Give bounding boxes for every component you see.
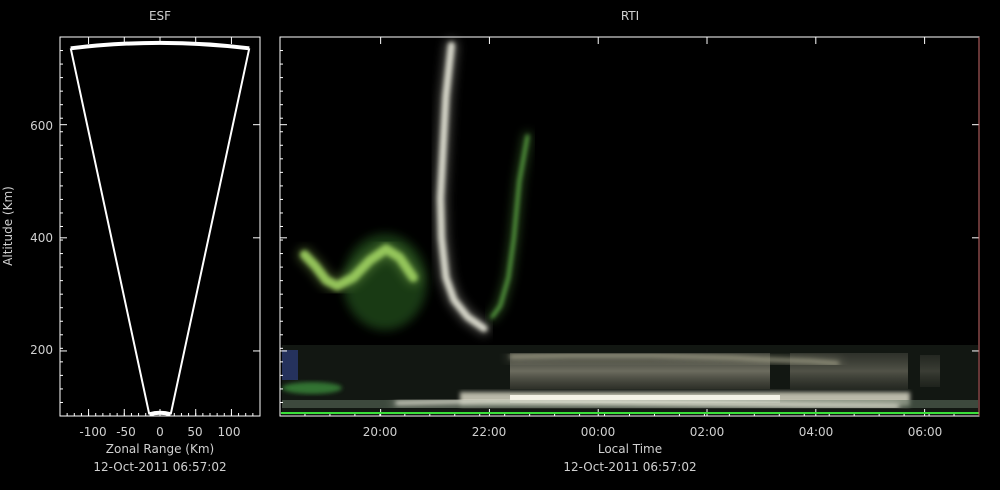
esf-y-tick-label: 600 — [30, 119, 53, 133]
rti-lower-layer-c — [920, 355, 940, 387]
esf-y-axis-label: Altitude (Km) — [1, 186, 15, 266]
esf-y-tick-label: 400 — [30, 231, 53, 245]
esf-fan-bottom-arc — [148, 410, 172, 417]
esf-x-tick-label: -100 — [79, 425, 106, 439]
esf-x-axis-label: Zonal Range (Km) — [106, 442, 214, 456]
rti-title: RTI — [621, 9, 639, 23]
rti-x-tick-label: 00:00 — [581, 425, 616, 439]
esf-timestamp: 12-Oct-2011 06:57:02 — [93, 460, 226, 474]
rti-x-axis-label: Local Time — [598, 442, 662, 456]
esf-y-tick-label: 200 — [30, 343, 53, 357]
rti-x-tick-label: 02:00 — [690, 425, 725, 439]
rti-x-tick-label: 20:00 — [363, 425, 398, 439]
rti-left-green — [282, 382, 342, 394]
esf-title: ESF — [149, 9, 171, 23]
esf-x-tick-label: 100 — [218, 425, 241, 439]
rti-x-tick-label: 22:00 — [472, 425, 507, 439]
esf-x-tick-label: 0 — [156, 425, 164, 439]
esf-x-tick-label: 50 — [187, 425, 202, 439]
rti-timestamp: 12-Oct-2011 06:57:02 — [563, 460, 696, 474]
figure: ESF -100 -50 0 50 100 200 400 600 Zonal … — [0, 0, 1000, 490]
esf-x-tick-label: -50 — [116, 425, 136, 439]
rti-left-blob — [282, 350, 298, 380]
rti-x-tick-label: 06:00 — [908, 425, 943, 439]
rti-x-tick-label: 04:00 — [799, 425, 834, 439]
